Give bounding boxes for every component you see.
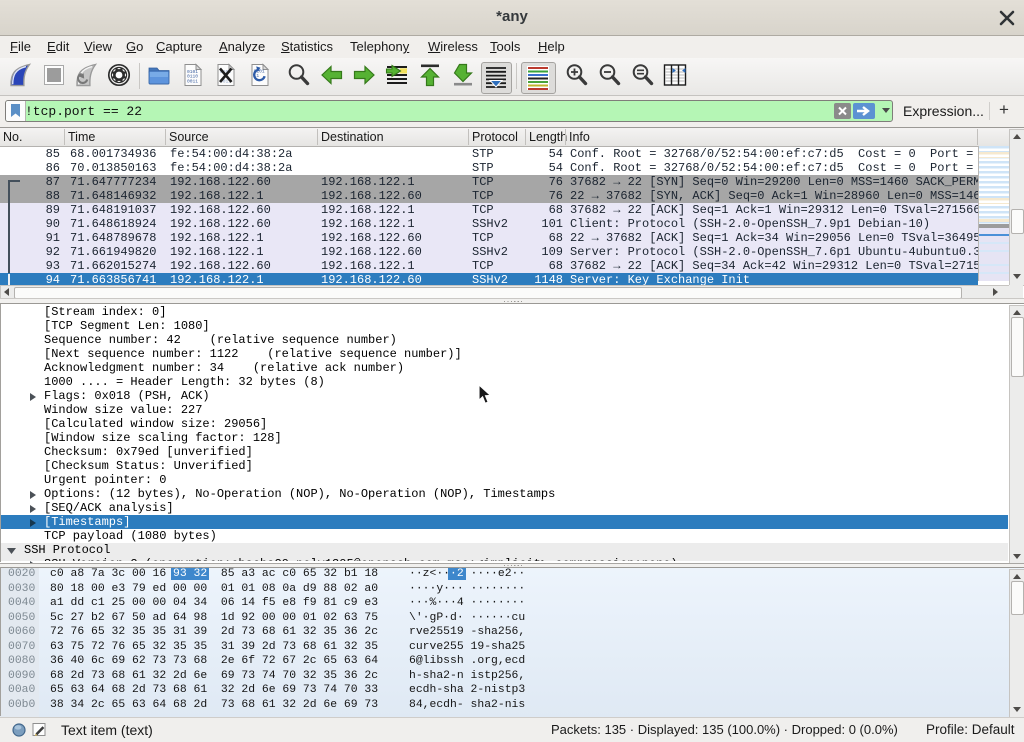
svg-text:0011: 0011 [187,78,198,84]
